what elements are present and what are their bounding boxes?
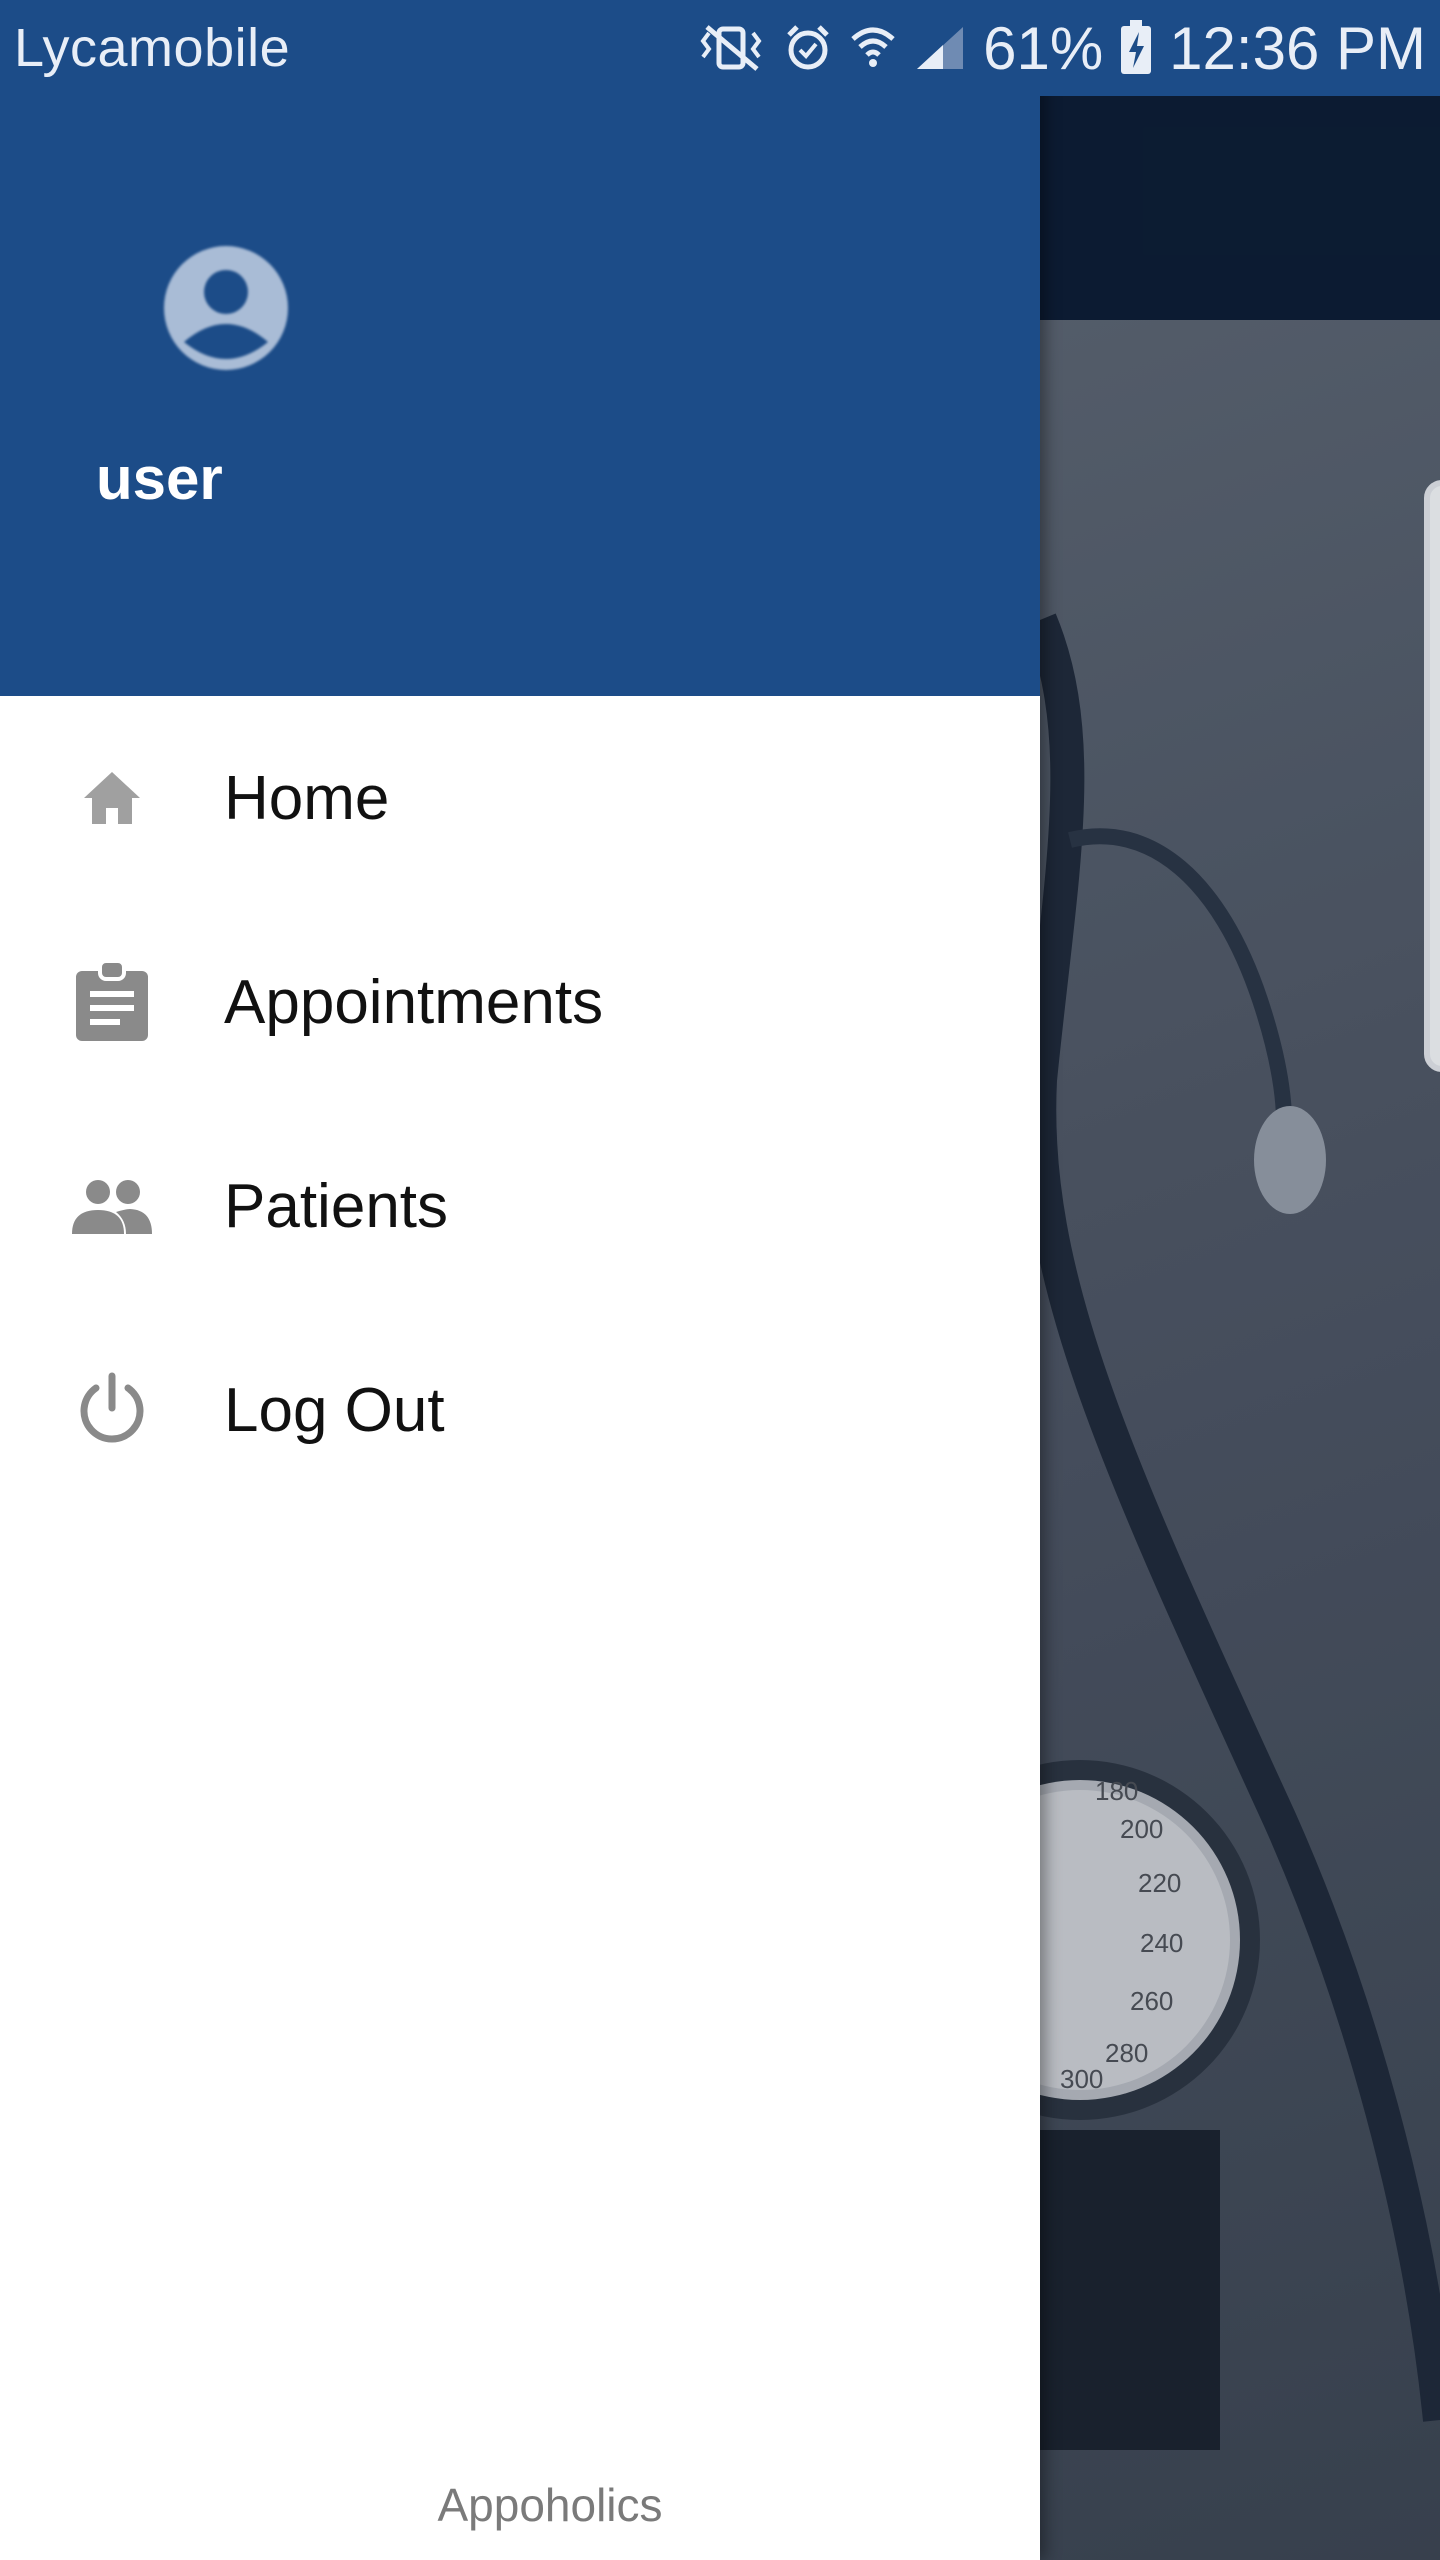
battery-percent: 61%: [983, 14, 1104, 82]
navigation-drawer: user Home Appointments Patients Log Out …: [0, 0, 1040, 2560]
signal-icon: [913, 23, 967, 73]
carrier-name: Lycamobile: [14, 18, 291, 78]
power-icon: [68, 1366, 156, 1454]
wifi-icon: [849, 23, 897, 73]
menu-label-home: Home: [224, 763, 390, 833]
alarm-icon: [783, 23, 833, 73]
home-icon: [68, 754, 156, 842]
drawer-footer-brand: Appoholics: [437, 2479, 663, 2531]
drawer-scrim[interactable]: [1040, 96, 1440, 2560]
battery-icon: [1119, 20, 1153, 76]
menu-item-logout[interactable]: Log Out: [0, 1308, 1040, 1512]
menu-label-appointments: Appointments: [224, 967, 604, 1037]
menu-item-patients[interactable]: Patients: [0, 1104, 1040, 1308]
drawer-header: user: [0, 0, 1040, 696]
menu-label-logout: Log Out: [224, 1375, 445, 1445]
menu-item-appointments[interactable]: Appointments: [0, 900, 1040, 1104]
people-icon: [68, 1162, 156, 1250]
vibrate-icon: [695, 23, 767, 73]
username: user: [96, 445, 223, 512]
clock: 12:36 PM: [1169, 14, 1426, 82]
drawer-menu: Home Appointments Patients Log Out: [0, 696, 1040, 1512]
menu-label-patients: Patients: [224, 1171, 449, 1241]
status-bar: Lycamobile 61% 12:36 PM: [0, 0, 1440, 96]
menu-item-home[interactable]: Home: [0, 696, 1040, 900]
clipboard-icon: [68, 958, 156, 1046]
account-circle-icon: [162, 244, 290, 372]
